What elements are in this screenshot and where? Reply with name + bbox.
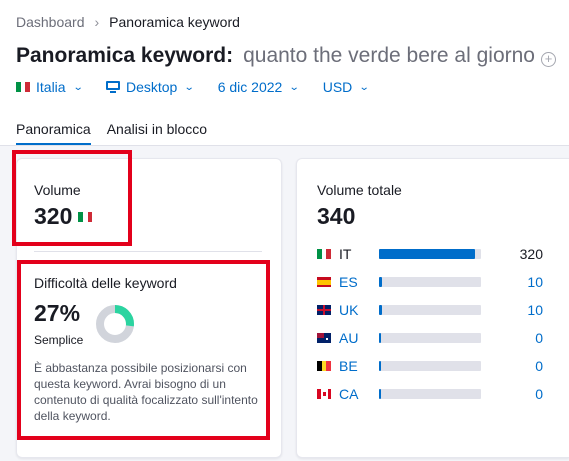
desktop-icon (105, 81, 120, 93)
date-select[interactable]: 6 dic 2022 ⌄ (217, 79, 300, 95)
currency-select-label: USD (322, 79, 353, 95)
country-row-it: IT 320 (317, 245, 543, 263)
breadcrumb-current: Panoramica keyword (109, 14, 240, 30)
country-volume-bar (379, 389, 481, 399)
country-code-link[interactable]: AU (339, 330, 379, 346)
volume-value-row: 320 (34, 203, 93, 230)
belgium-flag-icon (317, 361, 331, 371)
country-volume-value[interactable]: 0 (535, 358, 543, 374)
country-volume-bar (379, 249, 481, 259)
database-select-label: Italia (36, 79, 66, 95)
page-title-row: Panoramica keyword: quanto the verde ber… (16, 44, 556, 68)
country-volume-bar-fill (379, 249, 475, 259)
breadcrumb-dashboard-link[interactable]: Dashboard (16, 14, 85, 30)
canada-flag-icon (317, 389, 331, 399)
country-row-ca[interactable]: CA 0 (317, 385, 543, 403)
country-volume-value[interactable]: 10 (527, 302, 543, 318)
total-volume-value: 340 (317, 203, 356, 229)
total-volume-label: Volume totale (317, 182, 402, 198)
keyword-difficulty-label: Difficoltà delle keyword (34, 275, 177, 291)
country-volume-value: 320 (519, 246, 543, 262)
keyword-difficulty-description: È abbastanza possibile posizionarsi con … (34, 361, 258, 423)
device-select[interactable]: Desktop ⌄ (105, 79, 195, 95)
tabs: Panoramica Analisi in blocco (16, 121, 223, 145)
spain-flag-icon (317, 277, 331, 287)
country-code: IT (339, 246, 352, 262)
uk-flag-icon (317, 305, 331, 315)
tab-panoramica[interactable]: Panoramica (16, 121, 91, 145)
chevron-down-icon: ⌄ (359, 81, 370, 93)
italy-flag-icon (78, 211, 93, 222)
keyword-difficulty-value: 27% (34, 300, 81, 326)
device-select-label: Desktop (125, 79, 178, 95)
chevron-down-icon: ⌄ (72, 81, 84, 93)
country-volume-bar-fill (379, 389, 381, 399)
country-row-es[interactable]: ES 10 (317, 273, 543, 291)
country-volume-value[interactable]: 10 (527, 274, 543, 290)
tab-analisi-in-blocco[interactable]: Analisi in blocco (107, 121, 207, 145)
country-volume-value[interactable]: 0 (535, 386, 543, 402)
keyword-difficulty-donut (96, 305, 134, 343)
country-volume-bar (379, 361, 481, 371)
keyword-difficulty-level: Semplice (34, 333, 84, 347)
country-volume-bar-fill (379, 333, 381, 343)
page-title: Panoramica keyword: (16, 44, 234, 67)
country-row-be[interactable]: BE 0 (317, 357, 543, 375)
country-volume-value[interactable]: 0 (535, 330, 543, 346)
chevron-right-icon: › (94, 14, 100, 30)
currency-select[interactable]: USD ⌄ (322, 79, 370, 95)
volume-value: 320 (34, 203, 73, 229)
country-code-link[interactable]: BE (339, 358, 379, 374)
breadcrumb: Dashboard › Panoramica keyword (16, 14, 240, 30)
database-select[interactable]: Italia ⌄ (16, 79, 84, 95)
country-code-link[interactable]: UK (339, 302, 379, 318)
page-header: Dashboard › Panoramica keyword Panoramic… (0, 0, 569, 146)
country-volume-bar (379, 277, 481, 287)
filters-bar: Italia ⌄ Desktop ⌄ 6 dic 2022 ⌄ USD ⌄ (16, 79, 393, 95)
country-volume-bar (379, 333, 481, 343)
keyword-title: quanto the verde bere al giorno (243, 44, 535, 67)
country-volume-bar (379, 305, 481, 315)
volume-label: Volume (34, 182, 81, 198)
chevron-down-icon: ⌄ (184, 81, 195, 93)
country-volume-bar-fill (379, 305, 383, 315)
country-code-link[interactable]: CA (339, 386, 379, 402)
australia-flag-icon (317, 333, 331, 343)
country-row-uk[interactable]: UK 10 (317, 301, 543, 319)
country-row-au[interactable]: AU 0 (317, 329, 543, 347)
country-volume-bar-fill (379, 361, 381, 371)
add-circle-icon[interactable]: + (540, 52, 556, 67)
date-select-label: 6 dic 2022 (217, 79, 283, 95)
italy-flag-icon (16, 82, 31, 92)
country-code-link[interactable]: ES (339, 274, 379, 290)
divider (34, 251, 262, 252)
country-volume-bar-fill (379, 277, 383, 287)
italy-flag-icon (317, 249, 331, 259)
chevron-down-icon: ⌄ (289, 81, 300, 93)
